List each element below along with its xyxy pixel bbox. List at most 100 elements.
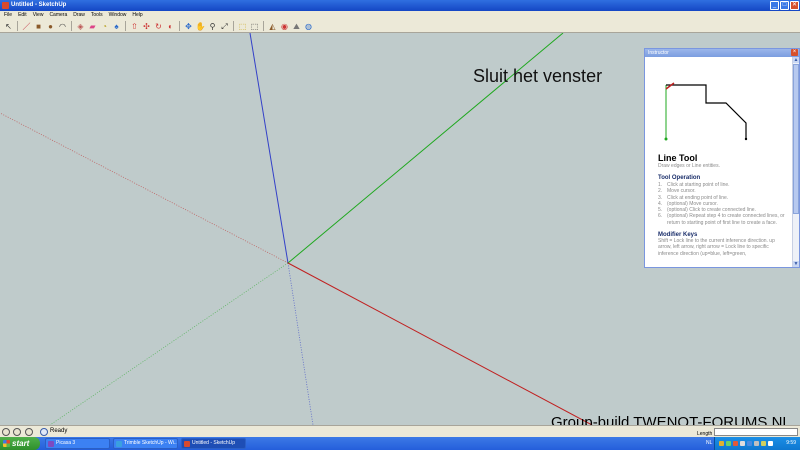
pan-tool-icon[interactable]: ✋ xyxy=(195,21,206,32)
picasa-icon xyxy=(48,441,54,447)
title-bar: Untitled - SketchUp _ □ ✕ xyxy=(0,0,800,11)
offset-tool-icon[interactable]: ◐ xyxy=(165,21,176,32)
modifier-keys-text: Shift = Lock line to the current inferen… xyxy=(658,238,775,257)
sketchup-icon xyxy=(184,441,190,447)
list-item: 6. (optional) Repeat step 4 to create con… xyxy=(658,213,785,226)
start-button[interactable]: start xyxy=(0,437,40,450)
green-axis-negative xyxy=(49,262,289,425)
help-icon[interactable] xyxy=(40,428,48,436)
instructor-close-button[interactable]: × xyxy=(791,49,798,56)
maximize-button[interactable]: □ xyxy=(780,1,789,10)
window-title: Untitled - SketchUp xyxy=(11,2,67,8)
get-models-icon[interactable]: ⬚ xyxy=(237,21,248,32)
red-axis-negative xyxy=(0,112,289,264)
instructor-heading: Line Tool xyxy=(658,153,698,163)
tray-icon[interactable] xyxy=(740,441,745,446)
taskbar: start Picasa 3 Trimble SketchUp - Wi... … xyxy=(0,437,800,450)
taskbar-item-untitled-sketchup[interactable]: Untitled - SketchUp xyxy=(181,438,246,449)
instructor-title: Instructor xyxy=(648,50,669,56)
toggle-terrain-icon[interactable]: ⛰ xyxy=(291,21,302,32)
instructor-subtitle: Draw edges or Line entities. xyxy=(658,163,720,169)
add-location-icon[interactable]: ◉ xyxy=(279,21,290,32)
share-model-icon[interactable]: ⬚ xyxy=(249,21,260,32)
instructor-content: Line Tool Draw edges or Line entities. T… xyxy=(645,57,794,267)
length-input[interactable] xyxy=(714,428,798,436)
eraser-tool-icon[interactable]: ▰ xyxy=(87,21,98,32)
task-label: Trimble SketchUp - Wi... xyxy=(124,440,178,446)
annotation-text: Sluit het venster xyxy=(473,66,603,86)
menu-bar: File Edit View Camera Draw Tools Window … xyxy=(0,11,800,20)
sketchup-app-icon xyxy=(2,2,9,9)
window-controls: _ □ ✕ xyxy=(770,1,799,10)
tape-measure-icon[interactable]: ◔ xyxy=(99,21,110,32)
menu-edit[interactable]: Edit xyxy=(16,11,31,20)
select-tool-icon[interactable]: ↖ xyxy=(3,21,14,32)
toolbar-separator xyxy=(71,21,72,31)
tool-operation-heading: Tool Operation xyxy=(658,175,701,181)
toolbar-separator xyxy=(233,21,234,31)
menu-draw[interactable]: Draw xyxy=(71,11,89,20)
menu-view[interactable]: View xyxy=(31,11,48,20)
language-indicator[interactable]: NL xyxy=(706,440,712,446)
system-tray: 9:59 xyxy=(714,437,800,450)
rotate-tool-icon[interactable]: ↻ xyxy=(153,21,164,32)
credits-icon[interactable] xyxy=(13,428,21,436)
toolbar-separator xyxy=(263,21,264,31)
tray-icon[interactable] xyxy=(726,441,731,446)
close-button[interactable]: ✕ xyxy=(790,1,799,10)
rectangle-tool-icon[interactable]: ■ xyxy=(33,21,44,32)
scroll-up-icon[interactable]: ▲ xyxy=(793,57,799,63)
push-pull-icon[interactable]: ⇧ xyxy=(129,21,140,32)
blue-axis-negative xyxy=(287,262,314,425)
sketchup-window: Untitled - SketchUp _ □ ✕ File Edit View… xyxy=(0,0,800,450)
tool-operation-steps: 1. Click at starting point of line. 2. Mov… xyxy=(658,182,788,226)
circle-tool-icon[interactable]: ● xyxy=(45,21,56,32)
windows-flag-icon xyxy=(3,440,10,447)
blue-axis-positive xyxy=(249,33,289,264)
move-tool-icon[interactable]: ✣ xyxy=(141,21,152,32)
toolbar-separator xyxy=(125,21,126,31)
get-photo-texture-icon[interactable]: ◭ xyxy=(267,21,278,32)
taskbar-item-trimble-sketchup[interactable]: Trimble SketchUp - Wi... xyxy=(113,438,178,449)
menu-help[interactable]: Help xyxy=(130,11,146,20)
menu-file[interactable]: File xyxy=(2,11,16,20)
tray-icon[interactable] xyxy=(761,441,766,446)
zoom-extents-icon[interactable]: ⤢ xyxy=(219,21,230,32)
tray-icon[interactable] xyxy=(754,441,759,446)
tray-icon[interactable] xyxy=(719,441,724,446)
red-axis-positive xyxy=(287,262,593,425)
geo-location-icon[interactable] xyxy=(2,428,10,436)
menu-tools[interactable]: Tools xyxy=(89,11,107,20)
tray-icon[interactable] xyxy=(768,441,773,446)
task-label: Untitled - SketchUp xyxy=(192,440,236,446)
orbit-tool-icon[interactable]: ✥ xyxy=(183,21,194,32)
taskbar-item-picasa[interactable]: Picasa 3 xyxy=(45,438,110,449)
minimize-button[interactable]: _ xyxy=(770,1,779,10)
make-component-icon[interactable]: ◈ xyxy=(75,21,86,32)
line-tool-icon[interactable]: ／ xyxy=(21,21,32,32)
browser-icon xyxy=(116,441,122,447)
toolbar-separator xyxy=(179,21,180,31)
tray-icon[interactable] xyxy=(733,441,738,446)
start-label: start xyxy=(12,439,30,448)
preview-google-earth-icon[interactable]: ◍ xyxy=(303,21,314,32)
zoom-tool-icon[interactable]: ⚲ xyxy=(207,21,218,32)
tray-icon[interactable] xyxy=(747,441,752,446)
line-tool-diagram xyxy=(658,67,758,149)
task-label: Picasa 3 xyxy=(56,440,76,446)
arc-tool-icon[interactable]: ◠ xyxy=(57,21,68,32)
instructor-title-bar: Instructor × xyxy=(645,49,799,57)
clock: 9:59 xyxy=(786,440,796,446)
status-text: Ready xyxy=(50,428,68,434)
paint-bucket-icon[interactable]: ♠ xyxy=(111,21,122,32)
scroll-down-icon[interactable]: ▼ xyxy=(793,261,799,267)
toolbar: ↖ ／ ■ ● ◠ ◈ ▰ ◔ ♠ ⇧ ✣ ↻ ◐ ✥ ✋ ⚲ ⤢ ⬚ ⬚ ◭ … xyxy=(0,20,800,33)
user-icon[interactable] xyxy=(25,428,33,436)
menu-window[interactable]: Window xyxy=(107,11,131,20)
instructor-panel: Instructor × Line Tool Draw edges or Lin… xyxy=(644,48,800,268)
menu-camera[interactable]: Camera xyxy=(47,11,71,20)
status-bar: Ready Length xyxy=(0,425,800,437)
scroll-thumb[interactable] xyxy=(793,64,799,214)
toolbar-separator xyxy=(17,21,18,31)
instructor-scrollbar[interactable]: ▲ ▼ xyxy=(792,57,799,267)
